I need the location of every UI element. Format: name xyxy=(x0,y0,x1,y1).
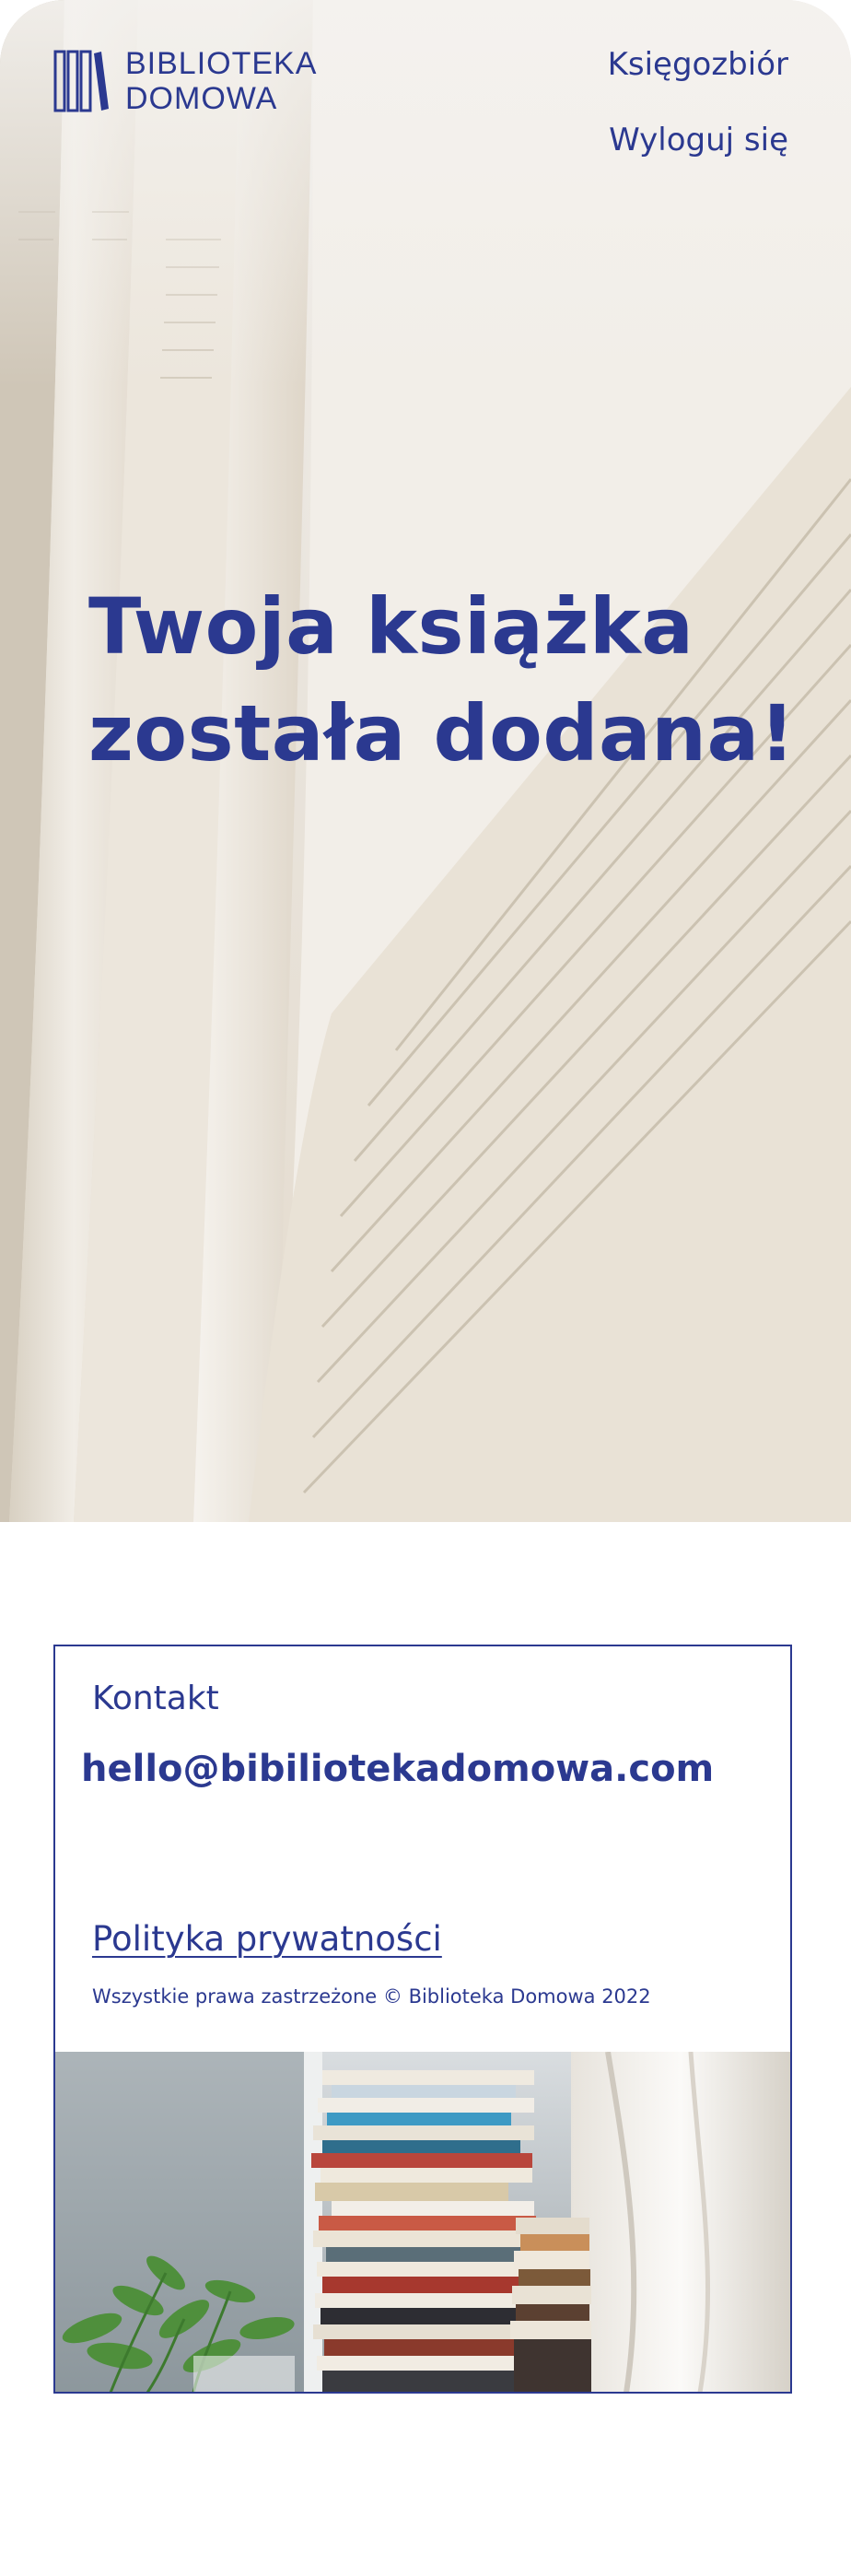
nav-link-logout[interactable]: Wyloguj się xyxy=(608,122,788,158)
logo-text: BIBLIOTEKA DOMOWA xyxy=(125,46,317,116)
nav-link-ksiegozbior[interactable]: Księgozbiór xyxy=(608,46,788,83)
logo[interactable]: BIBLIOTEKA DOMOWA xyxy=(53,46,317,116)
books-stack-photo xyxy=(55,2052,790,2392)
page-title-line1: Twoja książka xyxy=(88,581,694,672)
hero-section: BIBLIOTEKA DOMOWA Księgozbiór Wyloguj si… xyxy=(0,0,851,1522)
footer-card: Kontakt hello@bibiliotekadomowa.com Poli… xyxy=(53,1645,792,2394)
main-nav: Księgozbiór Wyloguj się xyxy=(608,46,788,158)
page-title: Twoja książka została dodana! xyxy=(88,573,825,787)
page: BIBLIOTEKA DOMOWA Księgozbiór Wyloguj si… xyxy=(0,0,851,2576)
privacy-policy-link[interactable]: Polityka prywatności xyxy=(92,1919,442,1959)
logo-line2: DOMOWA xyxy=(125,81,278,116)
books-logo-icon xyxy=(53,50,109,112)
contact-label: Kontakt xyxy=(92,1680,219,1717)
page-title-line2: została dodana! xyxy=(88,688,796,779)
contact-email-link[interactable]: hello@bibiliotekadomowa.com xyxy=(81,1748,714,1790)
copyright-text: Wszystkie prawa zastrzeżone © Biblioteka… xyxy=(92,1985,651,2008)
logo-line1: BIBLIOTEKA xyxy=(125,46,318,81)
